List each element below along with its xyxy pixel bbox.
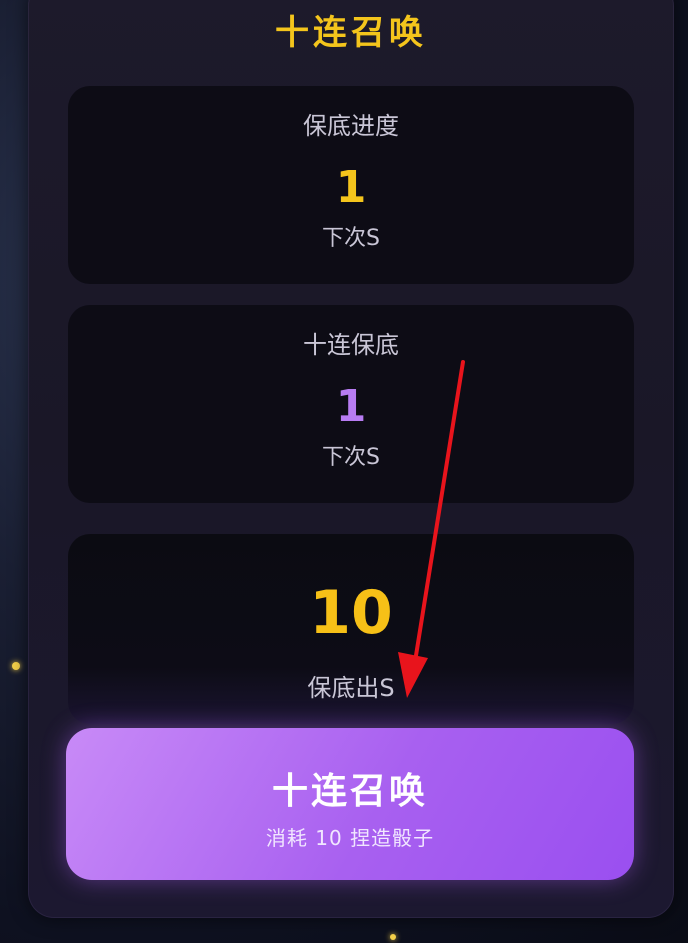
guarantee-value: 10 — [309, 578, 393, 648]
guarantee-card: 10 保底出S — [68, 534, 634, 724]
ten-pull-pity-sub: 下次S — [322, 445, 380, 470]
summon-button-label: 十连召唤 — [271, 771, 428, 812]
pity-progress-card: 保底进度 1 下次S — [68, 86, 634, 284]
panel-title: 十连召唤 — [275, 13, 427, 53]
background-light-speck — [390, 934, 396, 940]
ten-pull-summon-button[interactable]: 十连召唤 消耗 10 捏造骰子 — [66, 728, 634, 880]
guarantee-sub: 保底出S — [307, 674, 395, 702]
ten-pull-pity-value: 1 — [335, 381, 367, 432]
ten-pull-pity-label: 十连保底 — [303, 331, 399, 359]
pity-progress-label: 保底进度 — [303, 112, 399, 140]
summon-button-cost: 消耗 10 捏造骰子 — [265, 826, 435, 850]
pity-progress-value: 1 — [335, 162, 367, 213]
background-light-speck — [12, 662, 20, 670]
ten-pull-pity-card: 十连保底 1 下次S — [68, 305, 634, 503]
pity-progress-sub: 下次S — [322, 226, 380, 251]
